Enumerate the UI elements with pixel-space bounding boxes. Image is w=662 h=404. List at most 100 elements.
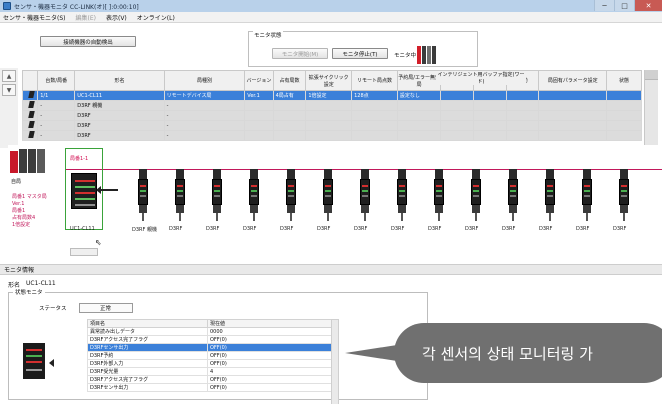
- table-row[interactable]: D3RFアクセス完了フラグ OFF(0): [87, 375, 332, 384]
- minimize-button[interactable]: ─: [594, 0, 614, 11]
- table-cell[interactable]: [505, 90, 540, 101]
- table-cell[interactable]: -: [37, 100, 76, 111]
- table-cell[interactable]: [606, 90, 642, 101]
- table-cell[interactable]: [606, 110, 642, 121]
- table-cell[interactable]: リモートデバイス局: [163, 90, 246, 101]
- table-cell[interactable]: [244, 100, 274, 111]
- col-header[interactable]: 台数/局番: [37, 70, 76, 91]
- topology-scrollbar[interactable]: [70, 248, 98, 256]
- detail-scrollbar[interactable]: [331, 319, 339, 404]
- col-header[interactable]: 状態: [606, 70, 642, 91]
- table-cell[interactable]: [396, 110, 442, 121]
- table-cell[interactable]: Ver.1: [244, 90, 274, 101]
- auto-detect-button[interactable]: 接続機器の自動検出: [40, 36, 136, 47]
- sensor-node-icon[interactable]: [422, 169, 456, 221]
- table-cell[interactable]: [538, 90, 608, 101]
- table-row[interactable]: - D3RF -: [21, 130, 642, 141]
- sensor-node-icon[interactable]: [385, 169, 419, 221]
- table-cell[interactable]: [305, 100, 353, 111]
- sensor-node-icon[interactable]: [348, 169, 382, 221]
- table-cell[interactable]: [305, 120, 353, 131]
- ucl-unit-icon[interactable]: [71, 173, 97, 209]
- table-cell[interactable]: [396, 130, 442, 141]
- table-cell[interactable]: [305, 110, 353, 121]
- col-header[interactable]: 形名: [74, 70, 165, 91]
- table-cell[interactable]: [505, 130, 540, 141]
- table-cell[interactable]: [244, 130, 274, 141]
- table-cell[interactable]: [505, 100, 540, 111]
- table-cell[interactable]: [473, 130, 507, 141]
- table-cell[interactable]: [272, 130, 307, 141]
- table-cell[interactable]: 1/1: [37, 90, 76, 101]
- table-cell[interactable]: [473, 100, 507, 111]
- table-cell[interactable]: [440, 110, 475, 121]
- table-cell[interactable]: [305, 130, 353, 141]
- monitor-start-button[interactable]: モニタ開始(M): [272, 48, 328, 59]
- table-cell[interactable]: [505, 110, 540, 121]
- table-cell[interactable]: D3RF: [74, 120, 165, 131]
- arrow-up-icon[interactable]: ▲: [2, 70, 16, 82]
- col-header[interactable]: [21, 70, 39, 91]
- table-row[interactable]: - D3RF -: [21, 120, 642, 131]
- table-row[interactable]: - D3RF 親機 -: [21, 100, 642, 111]
- table-cell[interactable]: [244, 120, 274, 131]
- sensor-node-icon[interactable]: [237, 169, 271, 221]
- table-row[interactable]: D3RF外部入力 OFF(0): [87, 359, 332, 368]
- sensor-node-icon[interactable]: [163, 169, 197, 221]
- maximize-button[interactable]: □: [614, 0, 634, 11]
- sensor-node-icon[interactable]: [274, 169, 308, 221]
- table-cell[interactable]: 設定なし: [396, 90, 442, 101]
- col-header[interactable]: 予約局/エラー無効局: [396, 70, 442, 91]
- menu-sensor-monitor[interactable]: センサ・機器モニタ(S): [3, 13, 66, 22]
- table-scrollbar[interactable]: [644, 70, 658, 146]
- table-cell[interactable]: [538, 120, 608, 131]
- table-cell[interactable]: [473, 90, 507, 101]
- monitor-stop-button[interactable]: モニタ停止(T): [332, 48, 388, 59]
- table-row[interactable]: D3RFアクセス完了フラグ OFF(0): [87, 335, 332, 344]
- table-cell[interactable]: [606, 100, 642, 111]
- table-cell[interactable]: UC1-CL11: [74, 90, 165, 101]
- table-cell[interactable]: [396, 120, 442, 131]
- table-cell[interactable]: [538, 130, 608, 141]
- table-cell[interactable]: [606, 120, 642, 131]
- table-cell[interactable]: [351, 100, 398, 111]
- table-cell[interactable]: [440, 90, 475, 101]
- sensor-node-icon[interactable]: [459, 169, 493, 221]
- table-cell[interactable]: 4局占有: [272, 90, 307, 101]
- table-row[interactable]: 異常読み出しデータ 0000: [87, 327, 332, 336]
- table-cell[interactable]: -: [37, 110, 76, 121]
- sensor-node-icon[interactable]: [311, 169, 345, 221]
- table-row[interactable]: D3RF受光量 4: [87, 367, 332, 376]
- table-cell[interactable]: [473, 120, 507, 131]
- table-cell[interactable]: D3RF: [74, 130, 165, 141]
- table-cell[interactable]: -: [163, 110, 246, 121]
- sensor-node-icon[interactable]: [126, 169, 160, 221]
- master-plc-icon[interactable]: [10, 149, 45, 175]
- table-cell[interactable]: [440, 120, 475, 131]
- table-cell[interactable]: [505, 120, 540, 131]
- close-button[interactable]: ✕: [634, 0, 662, 11]
- table-cell[interactable]: [473, 110, 507, 121]
- table-cell[interactable]: -: [163, 120, 246, 131]
- table-cell[interactable]: -: [163, 130, 246, 141]
- table-cell[interactable]: [351, 130, 398, 141]
- table-cell[interactable]: -: [37, 130, 76, 141]
- table-cell[interactable]: D3RF 親機: [74, 100, 165, 111]
- sensor-node-icon[interactable]: [570, 169, 604, 221]
- table-cell[interactable]: [440, 130, 475, 141]
- table-row[interactable]: D3RF予約 OFF(0): [87, 351, 332, 360]
- table-cell[interactable]: -: [163, 100, 246, 111]
- col-header[interactable]: リモート局点数: [351, 70, 398, 91]
- table-cell[interactable]: [272, 110, 307, 121]
- sensor-node-icon[interactable]: [496, 169, 530, 221]
- menu-online[interactable]: オンライン(L): [137, 13, 175, 22]
- col-header[interactable]: 拡張サイクリック設定: [305, 70, 353, 91]
- menu-view[interactable]: 表示(V): [106, 13, 127, 22]
- col-header[interactable]: 占有局数: [272, 70, 307, 91]
- col-header[interactable]: 局固有パラメータ設定: [538, 70, 608, 91]
- table-cell[interactable]: 1倍設定: [305, 90, 353, 101]
- table-row[interactable]: D3RFセンサ出力 OFF(0): [87, 383, 332, 392]
- table-cell[interactable]: D3RF: [74, 110, 165, 121]
- table-cell[interactable]: -: [37, 120, 76, 131]
- table-cell[interactable]: [396, 100, 442, 111]
